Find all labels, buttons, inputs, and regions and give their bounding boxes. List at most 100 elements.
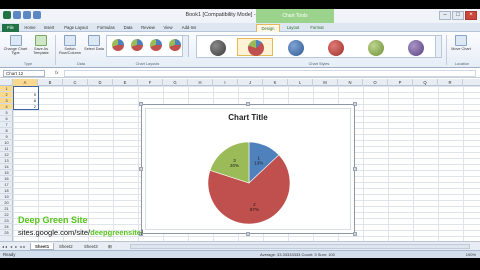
- close-icon[interactable]: ×: [465, 11, 477, 20]
- tab-view[interactable]: View: [160, 24, 176, 32]
- status-stats: Average: 33.33333333 Count: 3 Sum: 100: [260, 252, 335, 257]
- group-label-type: Type: [23, 62, 33, 66]
- row-header[interactable]: 25: [0, 230, 13, 236]
- formula-input[interactable]: [64, 70, 476, 77]
- tab-layout[interactable]: Layout: [282, 24, 304, 32]
- horizontal-scrollbar[interactable]: [130, 244, 470, 249]
- minimize-icon[interactable]: –: [439, 11, 451, 20]
- tab-data[interactable]: Data: [120, 24, 136, 32]
- column-header[interactable]: H: [188, 79, 213, 86]
- resize-handle[interactable]: [246, 232, 250, 236]
- select-all-corner[interactable]: [0, 79, 13, 86]
- switch-row-column-icon: [64, 35, 76, 46]
- column-header[interactable]: R: [438, 79, 463, 86]
- zoom-level[interactable]: 100%: [466, 252, 476, 257]
- column-header[interactable]: N: [338, 79, 363, 86]
- column-headers: A B C D E F G H I J K L M N O P Q R: [0, 79, 480, 86]
- tab-add-ins[interactable]: Add-Ins: [178, 24, 200, 32]
- fx-icon[interactable]: fx: [55, 70, 59, 75]
- chart-style-5[interactable]: [357, 38, 393, 56]
- watermark-url-highlight: deepgreensite: [90, 228, 141, 237]
- select-data-button[interactable]: Select Data: [84, 35, 104, 51]
- chart-layouts-gallery: [106, 35, 189, 57]
- styles-gallery-scroll[interactable]: [435, 36, 441, 57]
- save-as-template-button[interactable]: Save As Template: [29, 35, 53, 55]
- column-header[interactable]: K: [263, 79, 288, 86]
- tab-home[interactable]: Home: [22, 24, 38, 32]
- column-header[interactable]: M: [313, 79, 338, 86]
- tab-page-layout[interactable]: Page Layout: [60, 24, 92, 32]
- resize-handle[interactable]: [353, 102, 357, 106]
- chart-style-1[interactable]: [199, 38, 235, 56]
- chart-style-4[interactable]: [317, 38, 353, 56]
- column-header[interactable]: A: [13, 79, 38, 86]
- pie-plot-area[interactable]: 1 13%2 67%3 20%: [204, 138, 294, 228]
- column-header[interactable]: C: [63, 79, 88, 86]
- chart-layout-3[interactable]: [148, 38, 164, 55]
- resize-handle[interactable]: [353, 167, 357, 171]
- letterbox-top: [0, 0, 480, 9]
- column-header[interactable]: J: [238, 79, 263, 86]
- status-bar: Ready Average: 33.33333333 Count: 3 Sum:…: [0, 250, 480, 258]
- tab-formulas[interactable]: Formulas: [94, 24, 118, 32]
- chart-layout-4[interactable]: [167, 38, 183, 55]
- column-header[interactable]: P: [388, 79, 413, 86]
- column-header[interactable]: E: [113, 79, 138, 86]
- resize-handle[interactable]: [139, 102, 143, 106]
- watermark-title: Deep Green Site: [18, 215, 88, 225]
- tab-review[interactable]: Review: [138, 24, 158, 32]
- sheet-tab-3[interactable]: Sheet3: [80, 243, 102, 250]
- group-divider: [55, 35, 56, 65]
- column-header[interactable]: F: [138, 79, 163, 86]
- formula-bar: Chart 12 fx: [0, 69, 480, 78]
- chart-title[interactable]: Chart Title: [142, 113, 354, 122]
- resize-handle[interactable]: [139, 167, 143, 171]
- sheet-tab-1[interactable]: Sheet1: [30, 243, 55, 250]
- tab-design[interactable]: Design: [256, 24, 280, 32]
- status-ready: Ready: [3, 252, 16, 257]
- embedded-chart[interactable]: Chart Title 1 13% 2 67% 3 20%: [139, 102, 357, 236]
- group-label-data: Data: [76, 62, 86, 66]
- change-chart-type-button[interactable]: Change Chart Type: [3, 35, 28, 55]
- tab-format[interactable]: Format: [306, 24, 328, 32]
- select-data-icon: [88, 35, 100, 46]
- sheet-tab-2[interactable]: Sheet2: [55, 243, 77, 250]
- column-header[interactable]: O: [363, 79, 388, 86]
- resize-handle[interactable]: [353, 232, 357, 236]
- insert-sheet-icon[interactable]: ⊞: [104, 243, 116, 250]
- sheet-tabs-bar: ◂◂ ◂ ▸ ▸▸ Sheet1 Sheet2 Sheet3 ⊞: [0, 241, 480, 250]
- maximize-icon[interactable]: □: [452, 11, 464, 20]
- column-header[interactable]: I: [213, 79, 238, 86]
- column-header[interactable]: Q: [413, 79, 438, 86]
- resize-handle[interactable]: [246, 102, 250, 106]
- chart-style-6[interactable]: [397, 38, 433, 56]
- selected-range: [13, 86, 39, 110]
- move-chart-icon: [455, 35, 467, 46]
- row-headers: 1 2 3 4 5 6 7 8 9 10 11 12 13 14 15 16 1…: [0, 86, 13, 241]
- name-box[interactable]: Chart 12: [3, 70, 45, 77]
- column-header[interactable]: D: [88, 79, 113, 86]
- column-header[interactable]: L: [288, 79, 313, 86]
- layout-gallery-scroll[interactable]: [182, 36, 188, 57]
- select-data-label: Select Data: [84, 47, 104, 51]
- sheet-nav-icon[interactable]: ◂◂ ◂ ▸ ▸▸: [2, 244, 26, 249]
- chart-style-3[interactable]: [277, 38, 313, 56]
- switch-row-column-label: Switch Row/Column: [59, 47, 81, 56]
- chart-layout-1[interactable]: [110, 38, 126, 55]
- switch-row-column-button[interactable]: Switch Row/Column: [58, 35, 82, 55]
- chart-layout-2[interactable]: [129, 38, 145, 55]
- change-chart-type-label: Change Chart Type: [3, 47, 28, 56]
- tab-insert[interactable]: Insert: [40, 24, 58, 32]
- window-controls: – □ ×: [439, 11, 477, 20]
- excel-window: Book1 [Compatibility Mode] - Microsoft E…: [0, 0, 480, 270]
- chart-tools-label: Chart Tools: [256, 9, 334, 23]
- group-label-chart-styles: Chart Styles: [308, 62, 330, 66]
- save-as-template-label: Save As Template: [33, 47, 49, 56]
- column-header[interactable]: B: [38, 79, 63, 86]
- letterbox-bottom: [0, 258, 480, 270]
- chart-style-2[interactable]: [237, 38, 273, 56]
- move-chart-button[interactable]: Move Chart: [450, 35, 472, 51]
- tab-file[interactable]: File: [2, 24, 19, 32]
- column-header[interactable]: G: [163, 79, 188, 86]
- chart-type-icon: [9, 35, 22, 46]
